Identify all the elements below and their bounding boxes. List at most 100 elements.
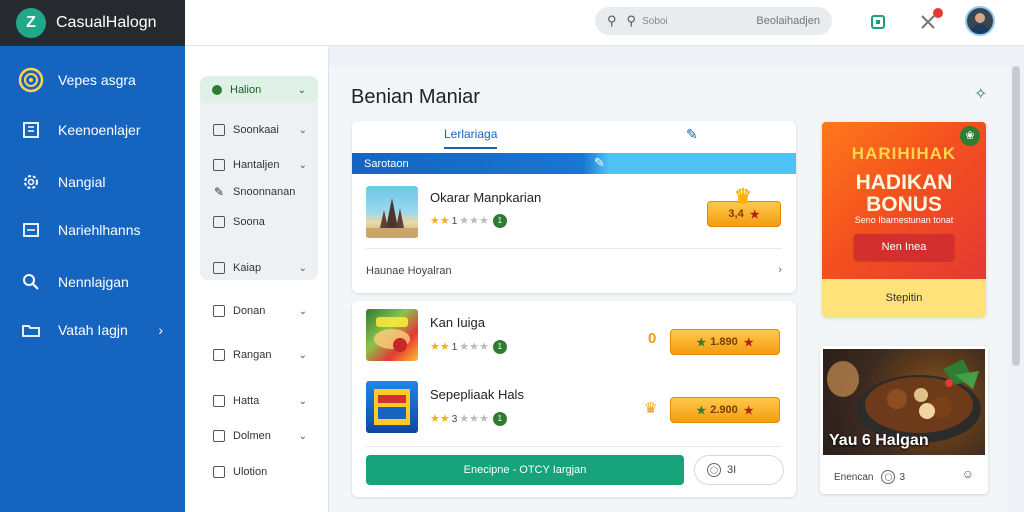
avatar-body	[971, 24, 989, 34]
promo-footer-button[interactable]: Stepitin	[822, 279, 986, 317]
promo-title-line2: BONUS	[866, 193, 942, 216]
food-promo-title: Yau 6 Halgan	[829, 432, 929, 449]
list-item[interactable]: Okarar Manpkarian ★★ 1 ★★★ 1 ♛ 3,4 ★	[352, 180, 796, 240]
clover-icon: ❀	[960, 126, 980, 146]
sidebar-item-label: Nennlajgan	[58, 274, 129, 290]
page-title: Benian Maniar	[351, 86, 480, 108]
edit-icon[interactable]: ✎	[686, 126, 698, 143]
close-icon[interactable]: ✧	[974, 84, 987, 104]
price-button[interactable]: ★ 1.890 ★	[670, 329, 780, 355]
monitor-icon	[213, 395, 225, 407]
item-title: Okarar Manpkarian	[430, 190, 542, 205]
sub-item-7[interactable]: Hatta ⌄	[185, 388, 329, 414]
user-icon[interactable]: ☺	[962, 467, 974, 481]
app-title: CasualHalogn	[56, 14, 157, 31]
sub-item-6[interactable]: Rangan ⌄	[185, 342, 329, 368]
promo-button[interactable]: Nen Inea	[854, 234, 954, 260]
sub-item-3[interactable]: Soona	[185, 209, 329, 235]
promo-title: HADIKAN BONUS	[822, 172, 986, 216]
star-icon: ★	[696, 404, 707, 417]
secondary-panel: Halion ⌄ Soonkaai ⌄ Hantaljen ⌄ ✎ Snoonnana…	[185, 46, 329, 512]
bonus-promo[interactable]: ❀ HARIHIHAK HADIKAN BONUS Seno Ibarnestu…	[822, 122, 986, 317]
square-icon	[213, 305, 225, 317]
building-icon	[18, 117, 44, 143]
sub-item-label: Soonkaai	[233, 124, 279, 136]
primary-cta-button[interactable]: Enecipne - OTCY Iargjan	[366, 455, 684, 485]
sub-item-label: Hantaljen	[233, 159, 280, 171]
crown-icon: ♛	[734, 186, 752, 208]
search-input[interactable]	[675, 15, 820, 27]
status-icon[interactable]	[867, 11, 889, 33]
monitor-icon	[213, 430, 225, 442]
search-box[interactable]: ⚲ ⚲ Soboi	[595, 7, 832, 35]
image-icon	[213, 262, 225, 274]
star-icon: ★	[749, 208, 760, 221]
status-badge: 1	[492, 412, 507, 427]
sidebar-item-5[interactable]: Vatah Iagjn ›	[0, 310, 185, 350]
rating-count: 1	[451, 342, 458, 353]
sub-item-9[interactable]: Ulotion	[185, 459, 329, 485]
price-button[interactable]: ★ 2.900 ★	[670, 397, 780, 423]
brand-header[interactable]: Z CasualHalogn	[0, 0, 185, 46]
item-thumbnail	[366, 381, 418, 433]
item-marker: 0	[648, 330, 657, 347]
sidebar-item-4[interactable]: Nennlajgan	[0, 262, 185, 302]
rating-count: 3	[451, 414, 458, 425]
price-label: 3,4	[728, 208, 744, 220]
sub-group-background	[200, 76, 318, 280]
secondary-cta-button[interactable]: ◯ 3I	[694, 455, 784, 485]
status-badge: 1	[492, 214, 507, 229]
notification-dot	[933, 8, 943, 18]
tab-active[interactable]: Lerlariaga	[444, 127, 498, 149]
sub-item-label: Kaiap	[233, 262, 262, 274]
app-logo-icon: Z	[16, 8, 46, 38]
list-card: Kan Iuiga ★★ 1 ★★★ 1 0 ★ 1.890 ★ Sepepliaak…	[352, 301, 796, 497]
food-promo[interactable]: Yau 6 Halgan Enencan ◯ 3 ☺	[820, 346, 988, 494]
avatar[interactable]	[965, 6, 995, 36]
divider	[366, 446, 782, 447]
sidebar-item-label: Nariehlhanns	[58, 222, 141, 238]
list-item[interactable]: Kan Iuiga ★★ 1 ★★★ 1 0 ★ 1.890 ★	[352, 307, 796, 367]
square-icon	[213, 349, 225, 361]
sub-item-0[interactable]: Soonkaai ⌄	[185, 117, 329, 143]
chevron-right-icon[interactable]: ›	[778, 264, 782, 276]
price-label: 2.900	[710, 404, 738, 416]
gear-icon	[18, 169, 44, 195]
item-title: Kan Iuiga	[430, 315, 485, 330]
item-thumbnail	[366, 309, 418, 361]
sidebar-item-3[interactable]: Nariehlhanns	[0, 210, 185, 250]
search-hint: Soboi	[642, 15, 668, 27]
list-icon	[213, 216, 225, 228]
list-item[interactable]: Sepepliaak Hals ★★ 3 ★★★ 1 ♛ ★ 2.900 ★	[352, 379, 796, 439]
sub-item-active[interactable]: Halion ⌄	[200, 77, 318, 103]
active-dot-icon	[212, 85, 222, 95]
sub-item-1[interactable]: Hantaljen ⌄	[185, 152, 329, 178]
list-icon	[213, 124, 225, 136]
footer-link[interactable]: Haunae Hoyalran	[366, 265, 452, 277]
sub-item-2[interactable]: ✎ Snoonnanan	[185, 179, 329, 205]
sub-item-label: Hatta	[233, 395, 260, 407]
pencil-icon: ✎	[213, 185, 225, 199]
document-icon	[213, 466, 225, 478]
clock-icon: ◯	[881, 470, 896, 484]
sidebar-item-2[interactable]: Nangial	[0, 162, 185, 202]
sub-item-label: Soona	[233, 216, 265, 228]
section-bar: Sarotaon ✎	[352, 153, 796, 174]
tools-icon[interactable]	[917, 8, 943, 33]
price-button[interactable]: ♛ 3,4 ★	[707, 186, 781, 227]
sidebar-item-0[interactable]: Vepes asgra	[0, 60, 185, 100]
sub-item-4[interactable]: Kaiap ⌄	[185, 255, 329, 281]
chevron-down-icon: ⌄	[298, 124, 307, 136]
sub-item-5[interactable]: Donan ⌄	[185, 298, 329, 324]
chevron-down-icon: ⌄	[298, 159, 307, 171]
rating: ★★ 3 ★★★ 1	[430, 412, 507, 427]
rating-count: 1	[451, 216, 458, 227]
scrollbar[interactable]	[1012, 66, 1020, 366]
sidebar-item-1[interactable]: Keenoenlajer	[0, 110, 185, 150]
tool-icon[interactable]: ✎	[594, 155, 605, 171]
list-icon	[213, 159, 225, 171]
food-promo-label: Enencan	[834, 471, 874, 483]
sub-item-label: Ulotion	[233, 466, 268, 478]
search-icon	[18, 269, 44, 295]
sub-item-8[interactable]: Dolmen ⌄	[185, 423, 329, 449]
